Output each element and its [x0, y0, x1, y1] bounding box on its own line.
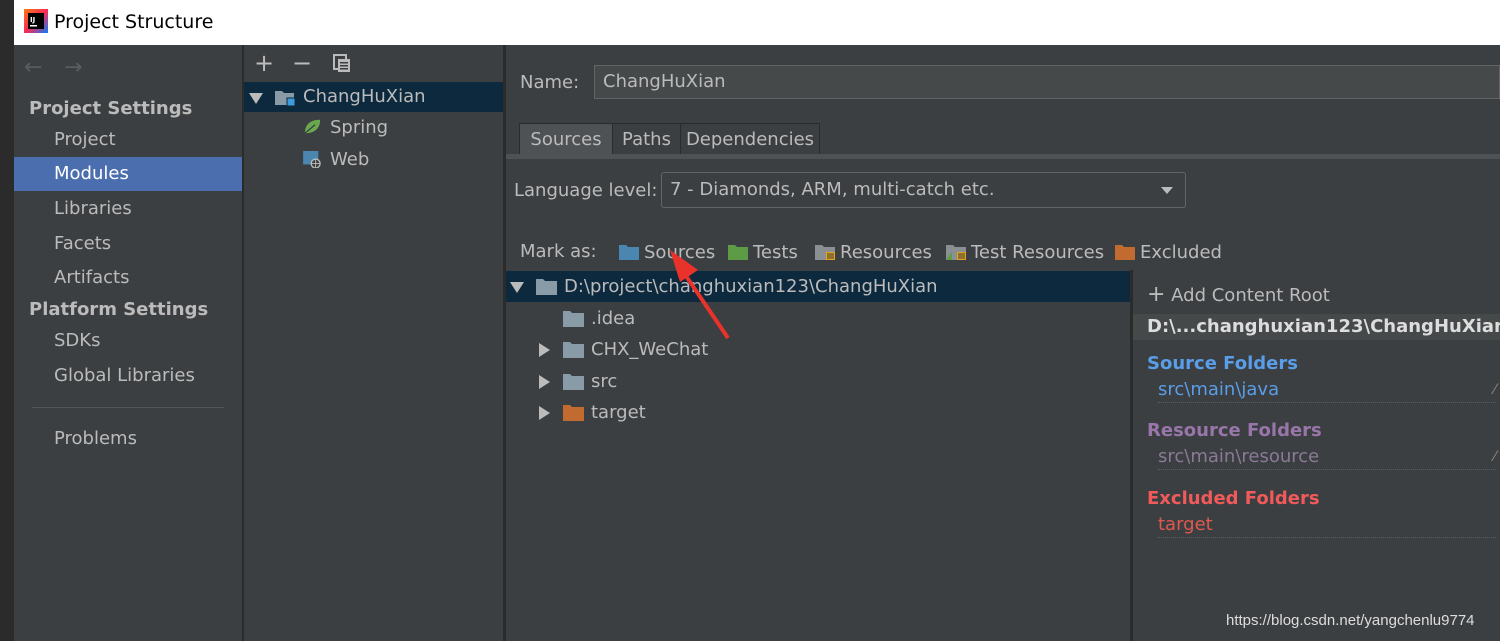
- sidebar-item-libraries[interactable]: Libraries: [14, 192, 242, 226]
- window-title: Project Structure: [54, 11, 214, 33]
- facet-row-web[interactable]: Web: [244, 145, 503, 175]
- content-root-path: D:\project\changhuxian123\ChangHuXian: [564, 276, 938, 297]
- back-arrow-icon[interactable]: ←: [24, 55, 42, 80]
- folder-row-src[interactable]: src: [506, 366, 1130, 397]
- folder-icon: [563, 342, 584, 358]
- title-bar: IJ Project Structure: [14, 0, 1500, 46]
- content-root-tree: D:\project\changhuxian123\ChangHuXian .i…: [506, 270, 1130, 641]
- forward-arrow-icon[interactable]: →: [64, 55, 82, 80]
- tab-dependencies[interactable]: Dependencies: [680, 123, 820, 155]
- tab-underline: [506, 154, 1500, 159]
- excluded-folder-entry[interactable]: target: [1158, 513, 1496, 538]
- project-settings-header: Project Settings: [29, 98, 193, 119]
- chevron-down-icon: [1161, 187, 1173, 194]
- tab-paths[interactable]: Paths: [612, 123, 681, 155]
- facet-row-spring[interactable]: Spring: [244, 113, 503, 143]
- annotation-arrow-icon: [670, 250, 730, 340]
- sidebar-item-facets[interactable]: Facets: [14, 227, 242, 261]
- excluded-folder-icon: [563, 405, 584, 421]
- source-folders-header: Source Folders: [1147, 353, 1298, 374]
- expand-right-icon[interactable]: [539, 343, 550, 357]
- excluded-folder-icon: [1115, 245, 1135, 260]
- intellij-app-icon: IJ: [24, 9, 48, 33]
- excluded-folders-header: Excluded Folders: [1147, 488, 1320, 509]
- language-level-label: Language level:: [514, 180, 658, 201]
- module-folder-icon: [275, 91, 296, 106]
- sidebar-item-global-libraries[interactable]: Global Libraries: [14, 359, 242, 393]
- content-root-details: + Add Content Root D:\...changhuxian123\…: [1133, 270, 1500, 641]
- edit-properties-icon[interactable]: ⁄: [1494, 445, 1496, 469]
- sidebar-item-problems[interactable]: Problems: [14, 422, 242, 456]
- test-resources-folder-icon: [946, 245, 966, 260]
- expand-down-icon[interactable]: [510, 282, 524, 293]
- folder-label-idea: .idea: [591, 308, 636, 329]
- folder-row-target[interactable]: target: [506, 397, 1130, 428]
- expand-right-icon[interactable]: [539, 375, 550, 389]
- resource-folders-header: Resource Folders: [1147, 420, 1322, 441]
- source-folder-entry[interactable]: src\main\java ⁄: [1158, 378, 1496, 403]
- mark-as-label: Mark as:: [520, 241, 597, 262]
- facet-label-spring: Spring: [330, 117, 389, 138]
- web-facet-icon: [303, 151, 321, 168]
- folder-icon: [563, 374, 584, 390]
- folder-row-idea[interactable]: .idea: [506, 303, 1130, 334]
- edit-properties-icon[interactable]: ⁄: [1494, 378, 1496, 402]
- resource-folder-entry[interactable]: src\main\resource ⁄: [1158, 445, 1496, 470]
- module-name: ChangHuXian: [303, 86, 426, 107]
- remove-module-button[interactable]: −: [292, 49, 312, 77]
- resources-folder-icon: [815, 245, 835, 260]
- module-tree-panel: + − ChangHuXian Spring Web: [244, 45, 503, 641]
- facet-label-web: Web: [330, 149, 370, 170]
- sidebar-item-project[interactable]: Project: [14, 123, 242, 157]
- folder-label-target: target: [591, 402, 646, 423]
- folder-label-src: src: [591, 371, 618, 392]
- tab-sources[interactable]: Sources: [519, 123, 613, 155]
- background-window-strip: [0, 0, 14, 641]
- sidebar-item-modules[interactable]: Modules: [14, 157, 242, 191]
- spring-leaf-icon: [304, 119, 321, 134]
- plus-icon: +: [1147, 282, 1166, 307]
- folder-row-chx-wechat[interactable]: CHX_WeChat: [506, 334, 1130, 365]
- add-content-root-button[interactable]: + Add Content Root: [1147, 282, 1330, 307]
- folder-icon: [536, 279, 557, 295]
- sidebar-divider: [32, 407, 224, 408]
- content-root-row[interactable]: D:\project\changhuxian123\ChangHuXian: [506, 271, 1130, 302]
- platform-settings-header: Platform Settings: [29, 299, 209, 320]
- language-level-value: 7 - Diamonds, ARM, multi-catch etc.: [670, 179, 995, 200]
- module-name-input[interactable]: ChangHuXian: [594, 65, 1500, 99]
- content-root-path-header: D:\...changhuxian123\ChangHuXian: [1133, 314, 1500, 340]
- language-level-select[interactable]: 7 - Diamonds, ARM, multi-catch etc.: [661, 172, 1186, 208]
- module-settings-panel: Name: ChangHuXian Sources Paths Dependen…: [506, 45, 1500, 641]
- svg-text:IJ: IJ: [30, 16, 35, 24]
- name-label: Name:: [520, 72, 580, 93]
- sidebar-item-sdks[interactable]: SDKs: [14, 324, 242, 358]
- expand-down-icon[interactable]: [249, 93, 263, 104]
- sidebar-item-artifacts[interactable]: Artifacts: [14, 261, 242, 295]
- folder-icon: [563, 311, 584, 327]
- module-row-changhuxian[interactable]: ChangHuXian: [244, 82, 503, 112]
- copy-icon[interactable]: [332, 53, 352, 73]
- add-module-button[interactable]: +: [254, 49, 274, 77]
- watermark: https://blog.csdn.net/yangchenlu9774: [1226, 612, 1475, 629]
- sidebar: ← → Project Settings Project Modules Lib…: [14, 45, 242, 641]
- sources-folder-icon: [619, 245, 639, 260]
- expand-right-icon[interactable]: [539, 406, 550, 420]
